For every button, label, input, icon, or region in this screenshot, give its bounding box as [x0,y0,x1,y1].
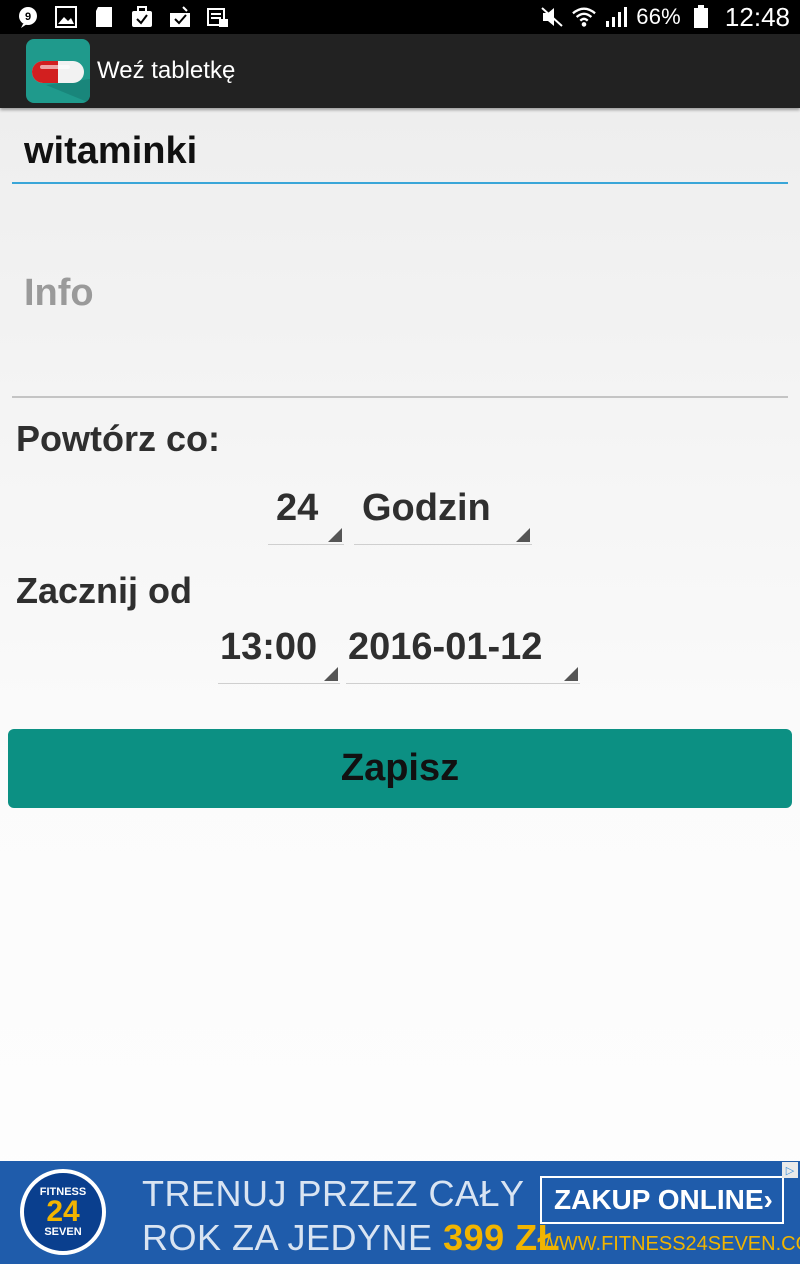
info-input[interactable] [24,272,764,332]
dropdown-arrow-icon [516,528,530,542]
name-field-container [12,112,788,184]
ad-headline-1: TRENUJ PRZEZ CAŁY [142,1173,525,1214]
ad-logo-bottom: SEVEN [44,1226,82,1238]
ad-banner[interactable]: FITNESS 24 SEVEN TRENUJ PRZEZ CAŁY ROK Z… [0,1161,800,1264]
app-bar: Weź tabletkę [0,34,800,108]
ad-cta-label: ZAKUP ONLINE [554,1184,764,1215]
repeat-label: Powtórz co: [16,418,220,459]
clipboard-check-icon [168,5,192,29]
start-time-value: 13:00 [220,626,318,668]
ad-headline-2: ROK ZA JEDYNE 399 ZŁ [142,1217,560,1259]
status-bar: 9 66% 12:48 [0,0,800,34]
battery-percent: 66% [636,4,681,29]
dropdown-arrow-icon [324,667,338,681]
medicine-name-input[interactable] [24,128,764,174]
mute-icon [540,5,564,29]
sd-card-icon [92,5,116,29]
battery-icon [689,5,713,29]
start-label: Zacznij od [16,570,193,611]
ad-choices-icon[interactable]: ▷ [782,1162,798,1178]
gallery-icon [54,5,78,29]
signal-icon [604,5,628,29]
svg-text:9: 9 [25,11,31,23]
ad-logo: FITNESS 24 SEVEN [20,1169,106,1255]
dropdown-arrow-icon [328,528,342,542]
chevron-right-icon: › [763,1184,773,1215]
ad-url[interactable]: WWW.FITNESS24SEVEN.COM [540,1233,800,1256]
briefcase-check-icon [130,5,154,29]
dropdown-arrow-icon [564,667,578,681]
start-date-spinner[interactable]: 2016-01-12 [346,622,580,684]
save-button[interactable]: Zapisz [8,729,792,808]
chat-icon: 9 [16,5,40,29]
repeat-number-value: 24 [276,487,319,529]
start-time-spinner[interactable]: 13:00 [218,622,340,684]
notes-icon [206,5,230,29]
ad-buy-online-button[interactable]: ZAKUP ONLINE › [540,1176,784,1224]
repeat-number-spinner[interactable]: 24 [268,483,344,545]
pill-icon [26,39,90,103]
ad-headline-2-text: ROK ZA JEDYNE [142,1217,444,1258]
app-title: Weź tabletkę [97,57,236,84]
info-field-container [12,198,788,398]
clock: 12:48 [724,1,790,32]
start-date-value: 2016-01-12 [348,626,543,668]
wifi-icon [572,5,597,29]
repeat-unit-spinner[interactable]: Godzin [354,483,532,545]
ad-logo-mid: 24 [46,1195,80,1228]
repeat-unit-value: Godzin [362,487,491,529]
